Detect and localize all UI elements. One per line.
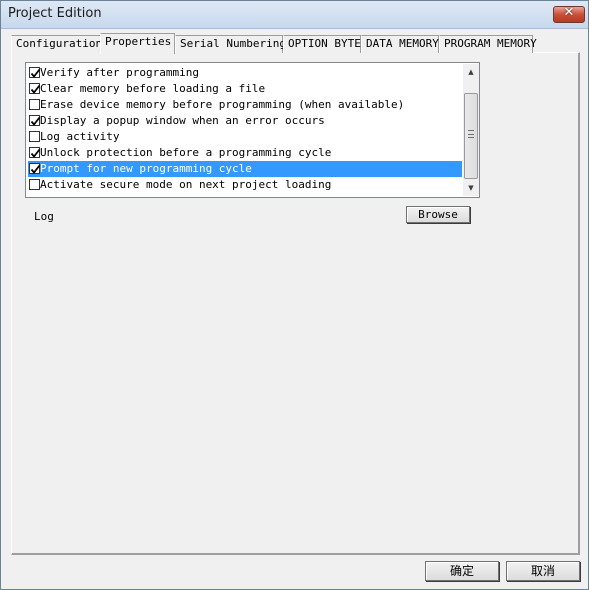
- checkbox[interactable]: [29, 67, 41, 78]
- tab-serial-numbering[interactable]: Serial Numbering: [175, 35, 286, 53]
- option-label: Verify after programming: [40, 66, 199, 79]
- list-item-erase-memory[interactable]: Erase device memory before programming (…: [28, 97, 462, 113]
- option-label: Log activity: [40, 130, 120, 143]
- cancel-button[interactable]: 取消: [506, 561, 580, 581]
- tab-configuration[interactable]: Configuration: [11, 35, 103, 53]
- window-title: Project Edition: [8, 6, 102, 21]
- close-button[interactable]: ✕: [553, 5, 585, 23]
- project-edition-dialog: Project Edition ✕ Configuration Properti…: [0, 0, 589, 590]
- checkbox[interactable]: [29, 147, 41, 158]
- tab-label: Properties: [105, 35, 172, 48]
- option-label: Unlock protection before a programming c…: [40, 146, 332, 159]
- ok-button[interactable]: 确定: [425, 561, 499, 581]
- scroll-up-arrow-icon[interactable]: ▲: [463, 64, 479, 80]
- tab-label: OPTION BYTE: [288, 37, 361, 50]
- vertical-scrollbar[interactable]: ▲ ▼: [463, 64, 479, 196]
- tab-label: PROGRAM MEMORY: [444, 37, 537, 50]
- tab-program-memory[interactable]: PROGRAM MEMORY: [439, 35, 537, 53]
- list-item-verify[interactable]: Verify after programming: [28, 65, 462, 81]
- option-label: Display a popup window when an error occ…: [40, 114, 325, 127]
- checkbox[interactable]: [29, 115, 41, 126]
- browse-button[interactable]: Browse: [406, 206, 470, 223]
- option-label: Clear memory before loading a file: [40, 82, 266, 95]
- list-item-secure-mode[interactable]: Activate secure mode on next project loa…: [28, 177, 462, 193]
- tab-label: Configuration: [16, 37, 103, 50]
- options-checklist[interactable]: Verify after programming Clear memory be…: [25, 62, 480, 198]
- list-item-display-popup[interactable]: Display a popup window when an error occ…: [28, 113, 462, 129]
- tab-properties[interactable]: Properties: [100, 33, 175, 54]
- option-label: Activate secure mode on next project loa…: [40, 178, 332, 191]
- log-label: Log: [34, 210, 54, 223]
- tab-label: Serial Numbering: [180, 37, 286, 50]
- tab-data-memory[interactable]: DATA MEMORY: [361, 35, 439, 53]
- list-item-clear-memory[interactable]: Clear memory before loading a file: [28, 81, 462, 97]
- tab-label: DATA MEMORY: [366, 37, 439, 50]
- checkbox[interactable]: [29, 83, 41, 94]
- checkbox[interactable]: [29, 99, 40, 110]
- tab-option-byte[interactable]: OPTION BYTE: [283, 35, 361, 53]
- title-bar[interactable]: Project Edition ✕: [1, 1, 588, 29]
- list-item-unlock-protection[interactable]: Unlock protection before a programming c…: [28, 145, 462, 161]
- option-label: Prompt for new programming cycle: [40, 162, 252, 175]
- list-item-log-activity[interactable]: Log activity: [28, 129, 462, 145]
- list-item-prompt-cycle[interactable]: Prompt for new programming cycle: [28, 161, 462, 177]
- checkbox[interactable]: [29, 163, 41, 174]
- grip-icon: [468, 130, 474, 138]
- scroll-down-arrow-icon[interactable]: ▼: [463, 180, 479, 196]
- checkbox[interactable]: [29, 131, 40, 142]
- checkbox[interactable]: [29, 179, 40, 190]
- option-label: Erase device memory before programming (…: [40, 98, 405, 111]
- close-icon: ✕: [563, 5, 575, 20]
- scrollbar-thumb[interactable]: [464, 93, 478, 179]
